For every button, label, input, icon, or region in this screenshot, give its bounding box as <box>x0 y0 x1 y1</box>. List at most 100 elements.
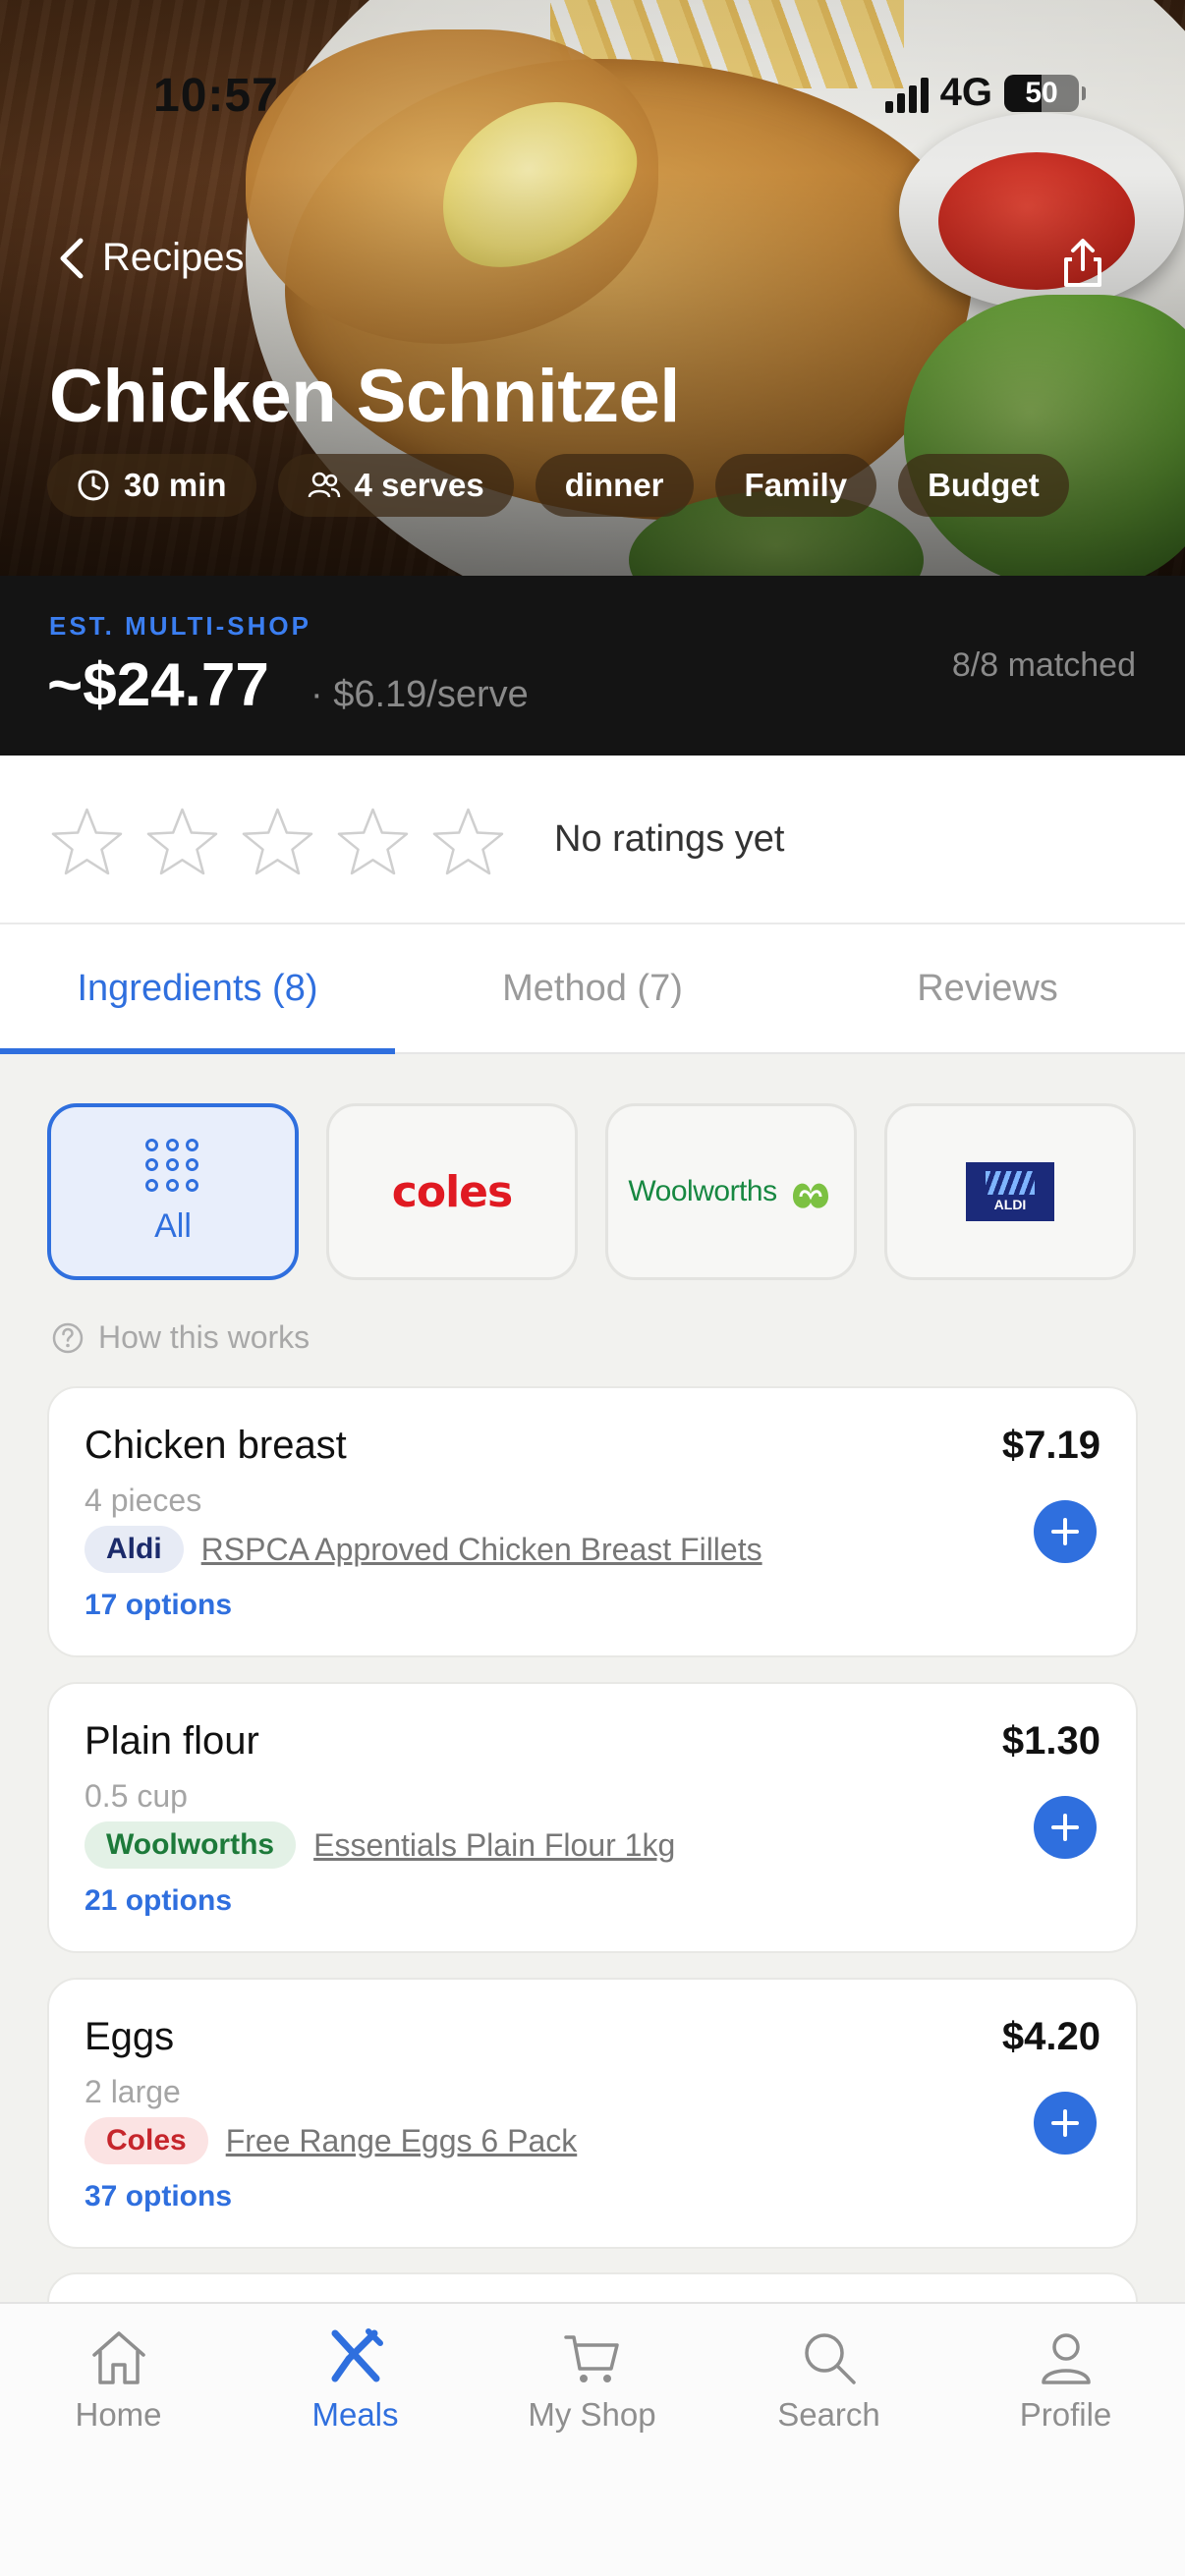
woolworths-logo-text: Woolworths <box>628 1175 777 1207</box>
product-link[interactable]: Essentials Plain Flour 1kg <box>313 1827 675 1864</box>
plus-icon <box>1051 1518 1079 1545</box>
ingredient-card[interactable] <box>47 2272 1138 2302</box>
aldi-logo: ALDI <box>966 1162 1054 1221</box>
woolworths-leaf-icon <box>792 1183 828 1208</box>
star-icon[interactable] <box>144 805 220 880</box>
meals-icon <box>331 2328 383 2382</box>
options-link[interactable]: 37 options <box>85 2180 232 2213</box>
nav-my-shop[interactable]: My Shop <box>474 2304 710 2576</box>
hero-image: 10:57 4G 50 Recipes Chicken Schnitzel 30… <box>0 0 1185 576</box>
tab-ingredients[interactable]: Ingredients (8) <box>0 924 395 1054</box>
plus-icon <box>1051 1814 1079 1841</box>
ingredient-price: $4.20 <box>1001 2015 1100 2058</box>
star-icon[interactable] <box>240 805 315 880</box>
nav-profile[interactable]: Profile <box>947 2304 1184 2576</box>
nav-my-shop-label: My Shop <box>528 2396 656 2433</box>
store-filter: All coles Woolworths ALDI <box>47 1103 1136 1280</box>
store-badge: Coles <box>85 2117 208 2164</box>
home-icon <box>91 2331 145 2384</box>
chip-label: dinner <box>564 467 664 503</box>
how-this-works-label: How this works <box>98 1319 310 1355</box>
rating-section: No ratings yet <box>0 756 1185 924</box>
woolworths-logo: Woolworths <box>628 1167 833 1216</box>
share-icon <box>1064 239 1101 287</box>
back-label: Recipes <box>102 236 245 279</box>
search-icon <box>804 2333 856 2384</box>
ingredient-price: $7.19 <box>1001 1424 1100 1467</box>
plus-icon <box>1051 2109 1079 2137</box>
add-to-list-button[interactable] <box>1034 2092 1097 2155</box>
chip-time: 30 min <box>47 454 256 517</box>
store-badge: Aldi <box>85 1526 184 1573</box>
how-this-works-link[interactable]: How this works <box>51 1319 310 1356</box>
nav-search-label: Search <box>777 2396 880 2433</box>
chip-label: Family <box>744 467 848 503</box>
star-rating[interactable] <box>49 805 506 880</box>
ingredient-price: $1.30 <box>1001 1719 1100 1763</box>
store-badge: Woolworths <box>85 1821 297 1869</box>
options-link[interactable]: 21 options <box>85 1884 232 1918</box>
nav-meals[interactable]: Meals <box>237 2304 474 2576</box>
store-filter-all[interactable]: All <box>47 1103 299 1280</box>
signal-icon <box>884 74 929 113</box>
nav-profile-label: Profile <box>1019 2396 1112 2433</box>
chip-dinner: dinner <box>535 454 694 517</box>
chip-budget: Budget <box>898 454 1069 517</box>
battery-percent: 50 <box>1025 76 1058 109</box>
rating-text: No ratings yet <box>554 818 785 860</box>
bottom-nav: Home Meals My Shop Search Profile <box>0 2302 1185 2576</box>
ingredient-quantity: 2 large <box>85 2074 181 2109</box>
clock-icon <box>78 470 109 501</box>
star-icon[interactable] <box>335 805 411 880</box>
add-to-list-button[interactable] <box>1034 1796 1097 1859</box>
tab-method[interactable]: Method (7) <box>395 924 790 1052</box>
ingredient-quantity: 0.5 cup <box>85 1778 188 1814</box>
matched-count: 8/8 matched <box>951 646 1136 684</box>
ingredient-quantity: 4 pieces <box>85 1483 202 1518</box>
chip-label: 4 serves <box>354 467 484 503</box>
profile-icon <box>1041 2333 1091 2384</box>
share-button[interactable] <box>1055 236 1110 291</box>
aldi-logo-text: ALDI <box>993 1197 1027 1212</box>
people-icon <box>308 472 340 498</box>
ingredient-card[interactable]: Plain flour 0.5 cup Woolworths Essential… <box>47 1682 1138 1953</box>
chip-label: 30 min <box>124 467 227 503</box>
ingredient-card[interactable]: Eggs 2 large Coles Free Range Eggs 6 Pac… <box>47 1978 1138 2249</box>
total-price: ~$24.77 <box>47 651 269 719</box>
store-filter-woolworths[interactable]: Woolworths <box>605 1103 857 1280</box>
battery-icon: 50 <box>1004 74 1086 112</box>
ingredient-card[interactable]: Chicken breast 4 pieces Aldi RSPCA Appro… <box>47 1386 1138 1657</box>
star-icon[interactable] <box>430 805 506 880</box>
help-circle-icon <box>52 1322 84 1353</box>
nav-home-label: Home <box>75 2396 162 2433</box>
options-link[interactable]: 17 options <box>85 1589 232 1622</box>
chevron-left-icon <box>60 238 84 278</box>
back-button[interactable]: Recipes <box>57 236 245 280</box>
store-filter-all-label: All <box>154 1206 192 1245</box>
nav-home[interactable]: Home <box>0 2304 237 2576</box>
store-filter-aldi[interactable]: ALDI <box>884 1103 1136 1280</box>
price-label: EST. MULTI-SHOP <box>49 611 311 641</box>
ingredient-name: Chicken breast <box>85 1424 347 1467</box>
add-to-list-button[interactable] <box>1034 1500 1097 1563</box>
recipe-title: Chicken Schnitzel <box>49 355 680 438</box>
status-time: 10:57 <box>153 70 279 122</box>
chip-label: Budget <box>928 467 1040 503</box>
chip-family: Family <box>714 454 877 517</box>
network-type: 4G <box>939 71 992 114</box>
product-link[interactable]: RSPCA Approved Chicken Breast Fillets <box>201 1532 762 1568</box>
tab-reviews[interactable]: Reviews <box>790 924 1185 1052</box>
price-per-serve: · $6.19/serve <box>310 674 529 715</box>
ingredients-panel: All coles Woolworths ALDI How this works… <box>0 1054 1185 2302</box>
nav-meals-label: Meals <box>311 2396 399 2433</box>
star-icon[interactable] <box>49 805 125 880</box>
store-filter-coles[interactable]: coles <box>326 1103 578 1280</box>
chip-serves: 4 serves <box>277 454 514 517</box>
nav-search[interactable]: Search <box>710 2304 947 2576</box>
recipe-tabs: Ingredients (8) Method (7) Reviews <box>0 924 1185 1054</box>
product-link[interactable]: Free Range Eggs 6 Pack <box>226 2123 578 2159</box>
grid-icon <box>145 1138 200 1194</box>
price-summary: EST. MULTI-SHOP ~$24.77 · $6.19/serve 8/… <box>0 576 1185 756</box>
status-icons: 4G 50 <box>884 71 1086 115</box>
ingredient-name: Plain flour <box>85 1719 259 1763</box>
